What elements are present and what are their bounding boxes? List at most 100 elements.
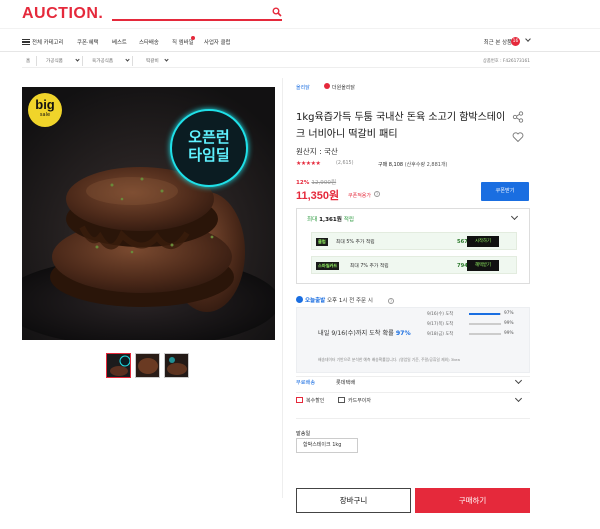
points-box: 최대 1,361원 적립 클럽 최대 5% 추가 적립 567원 시작하기 스마… [296, 208, 530, 284]
delivery-day-2: 9/17(목) 도착 [427, 322, 454, 327]
rating-stars: ★★★★★ [296, 160, 321, 167]
thumbnail-3[interactable] [164, 353, 189, 378]
shipping-fee[interactable]: 무료배송 [296, 379, 315, 386]
chevron-down-icon[interactable] [514, 376, 523, 385]
big-sale-badge: big sale [28, 93, 62, 127]
arrival-probability: 내일 9/16(수)까지 도착 확률 97% [318, 328, 411, 337]
points-header[interactable]: 최대 1,361원 적립 [307, 215, 354, 223]
review-count[interactable]: (2,615) [336, 161, 353, 166]
arrival-prefix: 내일 9/16(수)까지 도착 확률 [318, 330, 396, 337]
delivery-pct-1: 97% [504, 311, 514, 316]
store-icon [324, 83, 330, 89]
menu-icon[interactable] [22, 39, 30, 45]
point-row-text: 최대 5% 추가 적립 [336, 240, 375, 245]
chevron-down-icon[interactable] [75, 57, 80, 62]
search-input[interactable] [112, 19, 282, 21]
product-title: 1kg육즙가득 두툼 국내산 돈육 소고기 함박스테이크 너비아니 떡갈비 패티 [296, 112, 506, 140]
nav-mobile[interactable]: 직 엠바일 [172, 38, 194, 46]
purchase-count: 구매 8,108 (산후수량 2,881개) [378, 161, 448, 168]
delivery-day-3: 9/18(금) 도착 [427, 332, 454, 337]
delivery-bar-fill-1 [469, 313, 501, 315]
point-row-club: 클럽 최대 5% 추가 적립 567원 시작하기 [311, 232, 517, 250]
badge-sale-text: sale [39, 112, 51, 118]
chevron-down-icon[interactable] [125, 57, 130, 62]
arrival-pct: 97% [395, 330, 411, 337]
badge-big-text: big [35, 97, 55, 112]
chevron-down-icon[interactable] [525, 36, 531, 42]
discount-row: 12% 12,900원 [296, 178, 336, 186]
nav-star-delivery[interactable]: 스타배송 [139, 38, 159, 46]
buy-now-button[interactable]: 구매하기 [415, 488, 530, 513]
recent-count-badge: 16 [511, 37, 520, 46]
breadcrumb-divider [82, 56, 83, 66]
point-row-smilecard: 스마일카드 최대 7% 추가 적립 794원 혜택받기 [311, 256, 517, 274]
origin-info: 원산지 : 국산 [296, 147, 338, 156]
thumbnail-image [136, 354, 159, 377]
breadcrumb-home[interactable]: 홈 [26, 58, 30, 64]
column-divider [282, 78, 283, 498]
heart-icon[interactable] [512, 131, 524, 143]
delivery-bar-3 [469, 333, 501, 335]
delivery-bar-1 [469, 313, 501, 315]
thumbnail-2[interactable] [135, 353, 160, 378]
search-icon[interactable] [272, 7, 282, 17]
coupon-price-label: 쿠폰적용가 [348, 193, 372, 199]
info-icon[interactable]: ? [388, 298, 394, 304]
nav-best[interactable]: 베스트 [112, 38, 127, 46]
nav-all-categories[interactable]: 전체 카테고리 [32, 38, 63, 46]
delivery-note: 배송데이터 기반으로 분석한 예측 배송확률입니다. (영업일 기준, 주말/공… [318, 357, 460, 362]
today-ship-tag: 오늘출발 [305, 298, 326, 304]
chevron-down-icon[interactable] [514, 394, 523, 403]
auction-logo[interactable]: AUCTION. [22, 5, 103, 23]
card-interest-free[interactable]: 카드무이자 [348, 397, 371, 404]
points-head-value: 1,361원 [319, 217, 342, 223]
breadcrumb-meat-products[interactable]: 육가공식품 [92, 58, 113, 64]
promo-line-2: 타임딜 [188, 146, 230, 164]
breadcrumb-divider [36, 56, 37, 66]
product-code: 상품번호 : F426173161 [482, 59, 530, 64]
header-divider [0, 28, 600, 29]
smilecard-benefit-button[interactable]: 혜택받기 [467, 260, 499, 271]
chevron-down-icon[interactable] [164, 57, 169, 62]
coupon-button[interactable]: 쿠폰받기 [481, 182, 529, 201]
new-badge [191, 36, 195, 40]
option-select[interactable]: 함박스테이크 1kg [296, 438, 358, 453]
info-icon[interactable]: ? [374, 191, 380, 197]
card-icon [338, 397, 345, 403]
point-row-text: 최대 7% 추가 적립 [350, 264, 389, 269]
points-head-prefix: 최대 [307, 217, 320, 223]
option-label: 발송일 [296, 431, 311, 437]
delivery-probability-box: 내일 9/16(수)까지 도착 확률 97% 9/16(수) 도착 97% 9/… [296, 307, 530, 373]
breadcrumb-processed-food[interactable]: 가공식품 [46, 58, 63, 64]
breadcrumb-divider [132, 56, 133, 66]
brand-link[interactable]: 올리닭 [296, 84, 310, 91]
club-start-button[interactable]: 시작하기 [467, 236, 499, 247]
delivery-day-1: 9/16(수) 도착 [427, 312, 454, 317]
recent-products-label[interactable]: 최근 본 상품 [484, 38, 512, 46]
delivery-bar-2 [469, 323, 501, 325]
thumbnail-image [165, 354, 188, 377]
purchase-extra: (산후수량 2,881개) [403, 162, 448, 168]
store-link[interactable]: 더원올리닭 [332, 84, 355, 91]
club-tag: 클럽 [316, 238, 328, 246]
thumbnail-1[interactable] [106, 353, 131, 378]
add-to-cart-button[interactable]: 장바구니 [296, 488, 411, 513]
open-run-timedeal-badge: 오픈런 타임딜 [170, 109, 248, 187]
nav-business-club[interactable]: 사업자 클럽 [204, 38, 231, 46]
section-divider [296, 418, 530, 419]
coupon-icon [296, 397, 303, 403]
chevron-down-icon[interactable] [510, 212, 519, 221]
multi-discount[interactable]: 복수할인 [306, 397, 324, 404]
purchase-label: 구매 8,108 [378, 162, 404, 168]
original-price: 12,900원 [311, 180, 337, 186]
thumbnail-image [107, 354, 130, 377]
breadcrumb: 홈 가공식품 육가공식품 떡갈비 상품번호 : F426173161 [22, 56, 530, 68]
truck-icon [296, 296, 303, 303]
breadcrumb-tteokgalbi[interactable]: 떡갈비 [146, 58, 159, 64]
nav-coupons[interactable]: 쿠폰·혜택 [77, 38, 99, 46]
promo-line-1: 오픈런 [188, 128, 230, 146]
delivery-pct-2: 99% [504, 321, 514, 326]
share-icon[interactable] [512, 111, 524, 123]
category-nav: 전체 카테고리 쿠폰·혜택 베스트 스타배송 직 엠바일 사업자 클럽 최근 본… [0, 32, 600, 52]
product-main-image[interactable]: big sale 오픈런 타임딜 [22, 87, 275, 340]
